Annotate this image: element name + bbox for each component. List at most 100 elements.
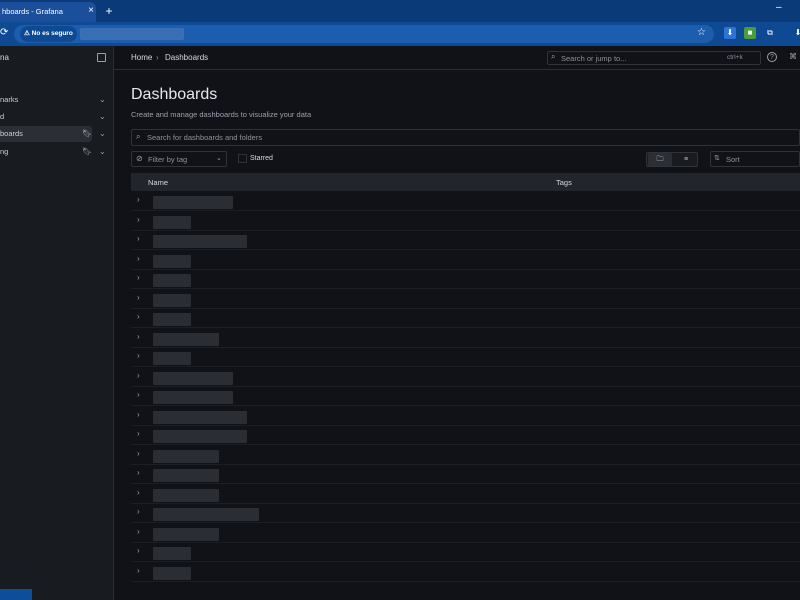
row-name-redacted[interactable]: [153, 313, 191, 326]
expand-chevron-icon[interactable]: ›: [137, 546, 140, 555]
row-name-redacted[interactable]: [153, 508, 259, 521]
minimize-icon[interactable]: –: [776, 2, 782, 13]
expand-chevron-icon[interactable]: ›: [137, 371, 140, 380]
table-row[interactable]: ›: [131, 543, 800, 562]
download-icon[interactable]: ⬇: [724, 27, 736, 39]
row-name-redacted[interactable]: [153, 254, 191, 268]
bookmark-star-icon[interactable]: ☆: [697, 27, 706, 38]
row-name-redacted[interactable]: [153, 449, 219, 463]
table-row[interactable]: ›: [131, 524, 800, 543]
column-header-name[interactable]: Name: [148, 178, 168, 187]
puzzle-icon[interactable]: ⧉: [764, 27, 776, 39]
table-row[interactable]: ›: [131, 270, 800, 289]
row-name-redacted[interactable]: [153, 215, 191, 229]
chevron-down-icon[interactable]: ⌄: [99, 112, 106, 121]
folder-view-icon[interactable]: 🗀︎: [648, 153, 672, 166]
page-subtitle: Create and manage dashboards to visualiz…: [131, 110, 312, 119]
row-name-redacted[interactable]: [153, 196, 233, 209]
tag-icon: ⊘: [136, 154, 143, 163]
help-icon[interactable]: ?: [767, 52, 777, 62]
table-row[interactable]: ›: [131, 426, 800, 445]
sort-label: Sort: [726, 155, 740, 164]
table-row[interactable]: ›: [131, 504, 800, 523]
table-row[interactable]: ›: [131, 329, 800, 348]
row-name-redacted[interactable]: [153, 547, 191, 560]
chevron-down-icon[interactable]: ⌄: [99, 95, 106, 104]
expand-chevron-icon[interactable]: ›: [137, 468, 140, 477]
sidebar-item-bookmarks[interactable]: narks: [0, 92, 108, 108]
sidebar-item-label: d: [0, 112, 5, 121]
row-name-redacted[interactable]: [153, 371, 233, 385]
row-name-redacted[interactable]: [153, 566, 191, 580]
row-name-redacted[interactable]: [153, 235, 247, 248]
security-badge[interactable]: ⚠ No es seguro: [20, 26, 77, 42]
starred-checkbox[interactable]: [238, 154, 247, 163]
starred-label[interactable]: Starred: [250, 155, 273, 162]
chevron-down-icon[interactable]: ⌄: [99, 147, 106, 156]
row-name-redacted[interactable]: [153, 410, 247, 424]
row-name-redacted[interactable]: [153, 352, 191, 365]
browser-tab[interactable]: hboards - Grafana: [0, 2, 96, 22]
row-name-redacted[interactable]: [153, 293, 191, 307]
new-tab-button[interactable]: +: [103, 2, 115, 20]
close-tab-icon[interactable]: ×: [86, 2, 96, 20]
expand-chevron-icon[interactable]: ›: [137, 234, 140, 243]
breadcrumb-home[interactable]: Home: [131, 53, 152, 62]
row-name-redacted[interactable]: [153, 488, 219, 502]
expand-chevron-icon[interactable]: ›: [137, 566, 140, 575]
expand-chevron-icon[interactable]: ›: [137, 254, 140, 263]
table-row[interactable]: ›: [131, 192, 800, 211]
table-row[interactable]: ›: [131, 446, 800, 465]
downloads-icon[interactable]: ⬇: [792, 27, 800, 39]
expand-chevron-icon[interactable]: ›: [137, 527, 140, 536]
row-name-redacted[interactable]: [153, 469, 219, 482]
table-row[interactable]: ›: [131, 387, 800, 406]
table-row[interactable]: ›: [131, 563, 800, 582]
news-icon[interactable]: ⌘: [789, 52, 797, 61]
table-row[interactable]: ›: [131, 251, 800, 270]
list-view-icon[interactable]: ≡: [676, 153, 696, 166]
sort-icon: ⇅: [714, 155, 720, 162]
table-row[interactable]: ›: [131, 290, 800, 309]
table-row[interactable]: ›: [131, 212, 800, 231]
filter-by-tag-label: Filter by tag: [148, 155, 188, 164]
expand-chevron-icon[interactable]: ›: [137, 507, 140, 516]
sidebar-item-dashboards[interactable]: boards: [0, 126, 92, 142]
reload-icon[interactable]: ⟳: [0, 27, 8, 38]
taskbar-item[interactable]: [0, 589, 32, 600]
table-row[interactable]: ›: [131, 465, 800, 484]
expand-chevron-icon[interactable]: ›: [137, 449, 140, 458]
expand-chevron-icon[interactable]: ›: [137, 312, 140, 321]
table-row[interactable]: ›: [131, 309, 800, 328]
row-name-redacted[interactable]: [153, 274, 191, 287]
table-row[interactable]: ›: [131, 348, 800, 367]
row-name-redacted[interactable]: [153, 391, 233, 404]
table-row[interactable]: ›: [131, 407, 800, 426]
bookmark-icon[interactable]: 🔖︎: [82, 147, 92, 156]
row-name-redacted[interactable]: [153, 430, 247, 443]
sidebar-brand: na: [0, 53, 9, 62]
sidebar-item-label: narks: [0, 95, 19, 104]
table-row[interactable]: ›: [131, 368, 800, 387]
expand-chevron-icon[interactable]: ›: [137, 429, 140, 438]
expand-chevron-icon[interactable]: ›: [137, 488, 140, 497]
table-row[interactable]: ›: [131, 485, 800, 504]
sort-select[interactable]: [710, 151, 800, 167]
expand-chevron-icon[interactable]: ›: [137, 273, 140, 282]
table-row[interactable]: ›: [131, 231, 800, 250]
search-icon: ⌕: [551, 52, 556, 61]
expand-chevron-icon[interactable]: ›: [137, 332, 140, 341]
expand-chevron-icon[interactable]: ›: [137, 215, 140, 224]
expand-chevron-icon[interactable]: ›: [137, 390, 140, 399]
green-extension-icon[interactable]: ■: [744, 27, 756, 39]
row-name-redacted[interactable]: [153, 332, 219, 346]
expand-chevron-icon[interactable]: ›: [137, 195, 140, 204]
chevron-down-icon[interactable]: ⌄: [99, 129, 106, 138]
row-name-redacted[interactable]: [153, 527, 219, 541]
dock-icon[interactable]: [97, 53, 106, 62]
expand-chevron-icon[interactable]: ›: [137, 351, 140, 360]
sidebar-item-starred[interactable]: d: [0, 109, 108, 125]
bookmark-icon[interactable]: 🔖︎: [82, 129, 92, 138]
expand-chevron-icon[interactable]: ›: [137, 293, 140, 302]
expand-chevron-icon[interactable]: ›: [137, 410, 140, 419]
